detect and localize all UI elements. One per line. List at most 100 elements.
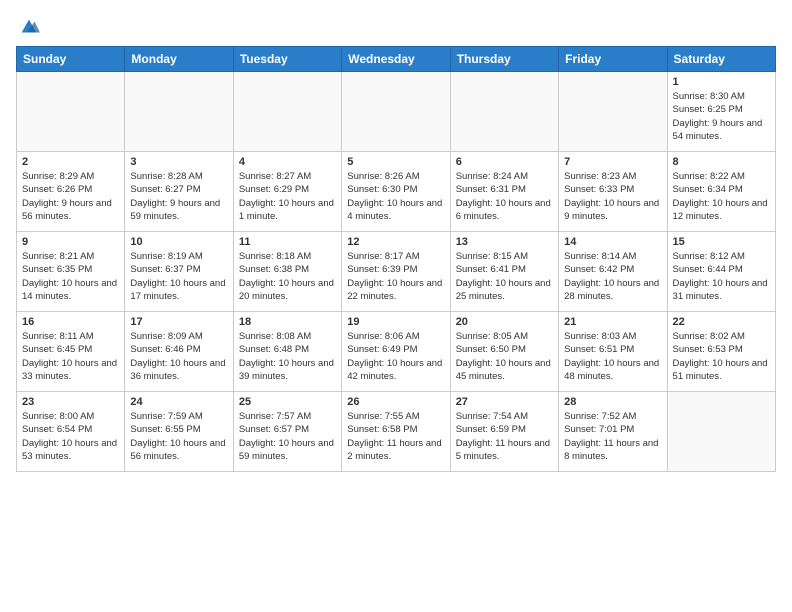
calendar-cell xyxy=(667,392,775,472)
day-info: Sunrise: 8:19 AM Sunset: 6:37 PM Dayligh… xyxy=(130,250,227,303)
day-info: Sunrise: 8:09 AM Sunset: 6:46 PM Dayligh… xyxy=(130,330,227,383)
day-number: 12 xyxy=(347,236,444,248)
day-info: Sunrise: 8:24 AM Sunset: 6:31 PM Dayligh… xyxy=(456,170,553,223)
day-number: 20 xyxy=(456,316,553,328)
calendar-cell: 28 Sunrise: 7:52 AM Sunset: 7:01 PM Dayli… xyxy=(559,392,667,472)
day-number: 26 xyxy=(347,396,444,408)
day-number: 17 xyxy=(130,316,227,328)
day-info: Sunrise: 8:26 AM Sunset: 6:30 PM Dayligh… xyxy=(347,170,444,223)
day-number: 24 xyxy=(130,396,227,408)
day-info: Sunrise: 7:52 AM Sunset: 7:01 PM Dayligh… xyxy=(564,410,661,463)
calendar-header-row: SundayMondayTuesdayWednesdayThursdayFrid… xyxy=(17,47,776,72)
day-info: Sunrise: 8:11 AM Sunset: 6:45 PM Dayligh… xyxy=(22,330,119,383)
day-info: Sunrise: 7:57 AM Sunset: 6:57 PM Dayligh… xyxy=(239,410,336,463)
calendar-header-sunday: Sunday xyxy=(17,47,125,72)
calendar-header-thursday: Thursday xyxy=(450,47,558,72)
day-info: Sunrise: 8:02 AM Sunset: 6:53 PM Dayligh… xyxy=(673,330,770,383)
day-info: Sunrise: 8:18 AM Sunset: 6:38 PM Dayligh… xyxy=(239,250,336,303)
day-info: Sunrise: 7:54 AM Sunset: 6:59 PM Dayligh… xyxy=(456,410,553,463)
calendar-cell: 24 Sunrise: 7:59 AM Sunset: 6:55 PM Dayli… xyxy=(125,392,233,472)
calendar-cell xyxy=(125,72,233,152)
day-info: Sunrise: 8:27 AM Sunset: 6:29 PM Dayligh… xyxy=(239,170,336,223)
calendar-cell: 22 Sunrise: 8:02 AM Sunset: 6:53 PM Dayli… xyxy=(667,312,775,392)
day-info: Sunrise: 8:05 AM Sunset: 6:50 PM Dayligh… xyxy=(456,330,553,383)
calendar-cell: 2 Sunrise: 8:29 AM Sunset: 6:26 PM Daylig… xyxy=(17,152,125,232)
calendar-cell: 7Sunrise: 8:23 AM Sunset: 6:33 PM Daylig… xyxy=(559,152,667,232)
day-info: Sunrise: 7:59 AM Sunset: 6:55 PM Dayligh… xyxy=(130,410,227,463)
calendar-week-4: 23Sunrise: 8:00 AM Sunset: 6:54 PM Dayli… xyxy=(17,392,776,472)
calendar-cell: 27 Sunrise: 7:54 AM Sunset: 6:59 PM Dayli… xyxy=(450,392,558,472)
calendar-cell: 3 Sunrise: 8:28 AM Sunset: 6:27 PM Daylig… xyxy=(125,152,233,232)
day-info: Sunrise: 8:12 AM Sunset: 6:44 PM Dayligh… xyxy=(673,250,770,303)
day-number: 10 xyxy=(130,236,227,248)
calendar-header-tuesday: Tuesday xyxy=(233,47,341,72)
day-number: 28 xyxy=(564,396,661,408)
calendar-cell: 23Sunrise: 8:00 AM Sunset: 6:54 PM Dayli… xyxy=(17,392,125,472)
calendar-cell: 6 Sunrise: 8:24 AM Sunset: 6:31 PM Daylig… xyxy=(450,152,558,232)
day-number: 6 xyxy=(456,156,553,168)
day-info: Sunrise: 8:28 AM Sunset: 6:27 PM Dayligh… xyxy=(130,170,227,223)
calendar-cell: 17 Sunrise: 8:09 AM Sunset: 6:46 PM Dayli… xyxy=(125,312,233,392)
day-number: 27 xyxy=(456,396,553,408)
day-number: 11 xyxy=(239,236,336,248)
calendar-cell: 5 Sunrise: 8:26 AM Sunset: 6:30 PM Daylig… xyxy=(342,152,450,232)
calendar-week-0: 1Sunrise: 8:30 AM Sunset: 6:25 PM Daylig… xyxy=(17,72,776,152)
calendar-cell: 20 Sunrise: 8:05 AM Sunset: 6:50 PM Dayli… xyxy=(450,312,558,392)
day-info: Sunrise: 8:08 AM Sunset: 6:48 PM Dayligh… xyxy=(239,330,336,383)
day-info: Sunrise: 7:55 AM Sunset: 6:58 PM Dayligh… xyxy=(347,410,444,463)
calendar-header-saturday: Saturday xyxy=(667,47,775,72)
day-info: Sunrise: 8:00 AM Sunset: 6:54 PM Dayligh… xyxy=(22,410,119,463)
day-number: 8 xyxy=(673,156,770,168)
calendar-header-wednesday: Wednesday xyxy=(342,47,450,72)
day-number: 2 xyxy=(22,156,119,168)
logo-icon xyxy=(18,16,40,38)
calendar-cell: 21 Sunrise: 8:03 AM Sunset: 6:51 PM Dayli… xyxy=(559,312,667,392)
calendar-cell xyxy=(17,72,125,152)
calendar-header-monday: Monday xyxy=(125,47,233,72)
calendar-cell: 15 Sunrise: 8:12 AM Sunset: 6:44 PM Dayli… xyxy=(667,232,775,312)
calendar-table: SundayMondayTuesdayWednesdayThursdayFrid… xyxy=(16,46,776,472)
day-info: Sunrise: 8:21 AM Sunset: 6:35 PM Dayligh… xyxy=(22,250,119,303)
day-number: 19 xyxy=(347,316,444,328)
calendar-cell: 4 Sunrise: 8:27 AM Sunset: 6:29 PM Daylig… xyxy=(233,152,341,232)
calendar-cell: 14 Sunrise: 8:14 AM Sunset: 6:42 PM Dayli… xyxy=(559,232,667,312)
day-number: 16 xyxy=(22,316,119,328)
day-number: 25 xyxy=(239,396,336,408)
page-header xyxy=(16,16,776,38)
day-number: 22 xyxy=(673,316,770,328)
calendar-header-friday: Friday xyxy=(559,47,667,72)
day-info: Sunrise: 8:03 AM Sunset: 6:51 PM Dayligh… xyxy=(564,330,661,383)
day-info: Sunrise: 8:22 AM Sunset: 6:34 PM Dayligh… xyxy=(673,170,770,223)
day-info: Sunrise: 8:17 AM Sunset: 6:39 PM Dayligh… xyxy=(347,250,444,303)
day-info: Sunrise: 8:14 AM Sunset: 6:42 PM Dayligh… xyxy=(564,250,661,303)
calendar-cell: 19 Sunrise: 8:06 AM Sunset: 6:49 PM Dayli… xyxy=(342,312,450,392)
day-number: 1 xyxy=(673,76,770,88)
day-info: Sunrise: 8:29 AM Sunset: 6:26 PM Dayligh… xyxy=(22,170,119,223)
day-number: 18 xyxy=(239,316,336,328)
calendar-cell: 8 Sunrise: 8:22 AM Sunset: 6:34 PM Daylig… xyxy=(667,152,775,232)
calendar-cell xyxy=(342,72,450,152)
day-number: 13 xyxy=(456,236,553,248)
calendar-cell: 13 Sunrise: 8:15 AM Sunset: 6:41 PM Dayli… xyxy=(450,232,558,312)
calendar-week-2: 9Sunrise: 8:21 AM Sunset: 6:35 PM Daylig… xyxy=(17,232,776,312)
calendar-cell: 26 Sunrise: 7:55 AM Sunset: 6:58 PM Dayli… xyxy=(342,392,450,472)
day-number: 5 xyxy=(347,156,444,168)
calendar-cell: 9Sunrise: 8:21 AM Sunset: 6:35 PM Daylig… xyxy=(17,232,125,312)
calendar-cell: 16 Sunrise: 8:11 AM Sunset: 6:45 PM Dayli… xyxy=(17,312,125,392)
calendar-cell: 10 Sunrise: 8:19 AM Sunset: 6:37 PM Dayli… xyxy=(125,232,233,312)
calendar-week-1: 2 Sunrise: 8:29 AM Sunset: 6:26 PM Daylig… xyxy=(17,152,776,232)
calendar-cell xyxy=(559,72,667,152)
calendar-cell xyxy=(450,72,558,152)
day-number: 7 xyxy=(564,156,661,168)
day-number: 14 xyxy=(564,236,661,248)
calendar-cell xyxy=(233,72,341,152)
calendar-cell: 11 Sunrise: 8:18 AM Sunset: 6:38 PM Dayli… xyxy=(233,232,341,312)
day-info: Sunrise: 8:15 AM Sunset: 6:41 PM Dayligh… xyxy=(456,250,553,303)
day-number: 21 xyxy=(564,316,661,328)
day-number: 3 xyxy=(130,156,227,168)
calendar-cell: 25 Sunrise: 7:57 AM Sunset: 6:57 PM Dayli… xyxy=(233,392,341,472)
day-number: 15 xyxy=(673,236,770,248)
day-number: 4 xyxy=(239,156,336,168)
day-info: Sunrise: 8:06 AM Sunset: 6:49 PM Dayligh… xyxy=(347,330,444,383)
calendar-cell: 1Sunrise: 8:30 AM Sunset: 6:25 PM Daylig… xyxy=(667,72,775,152)
